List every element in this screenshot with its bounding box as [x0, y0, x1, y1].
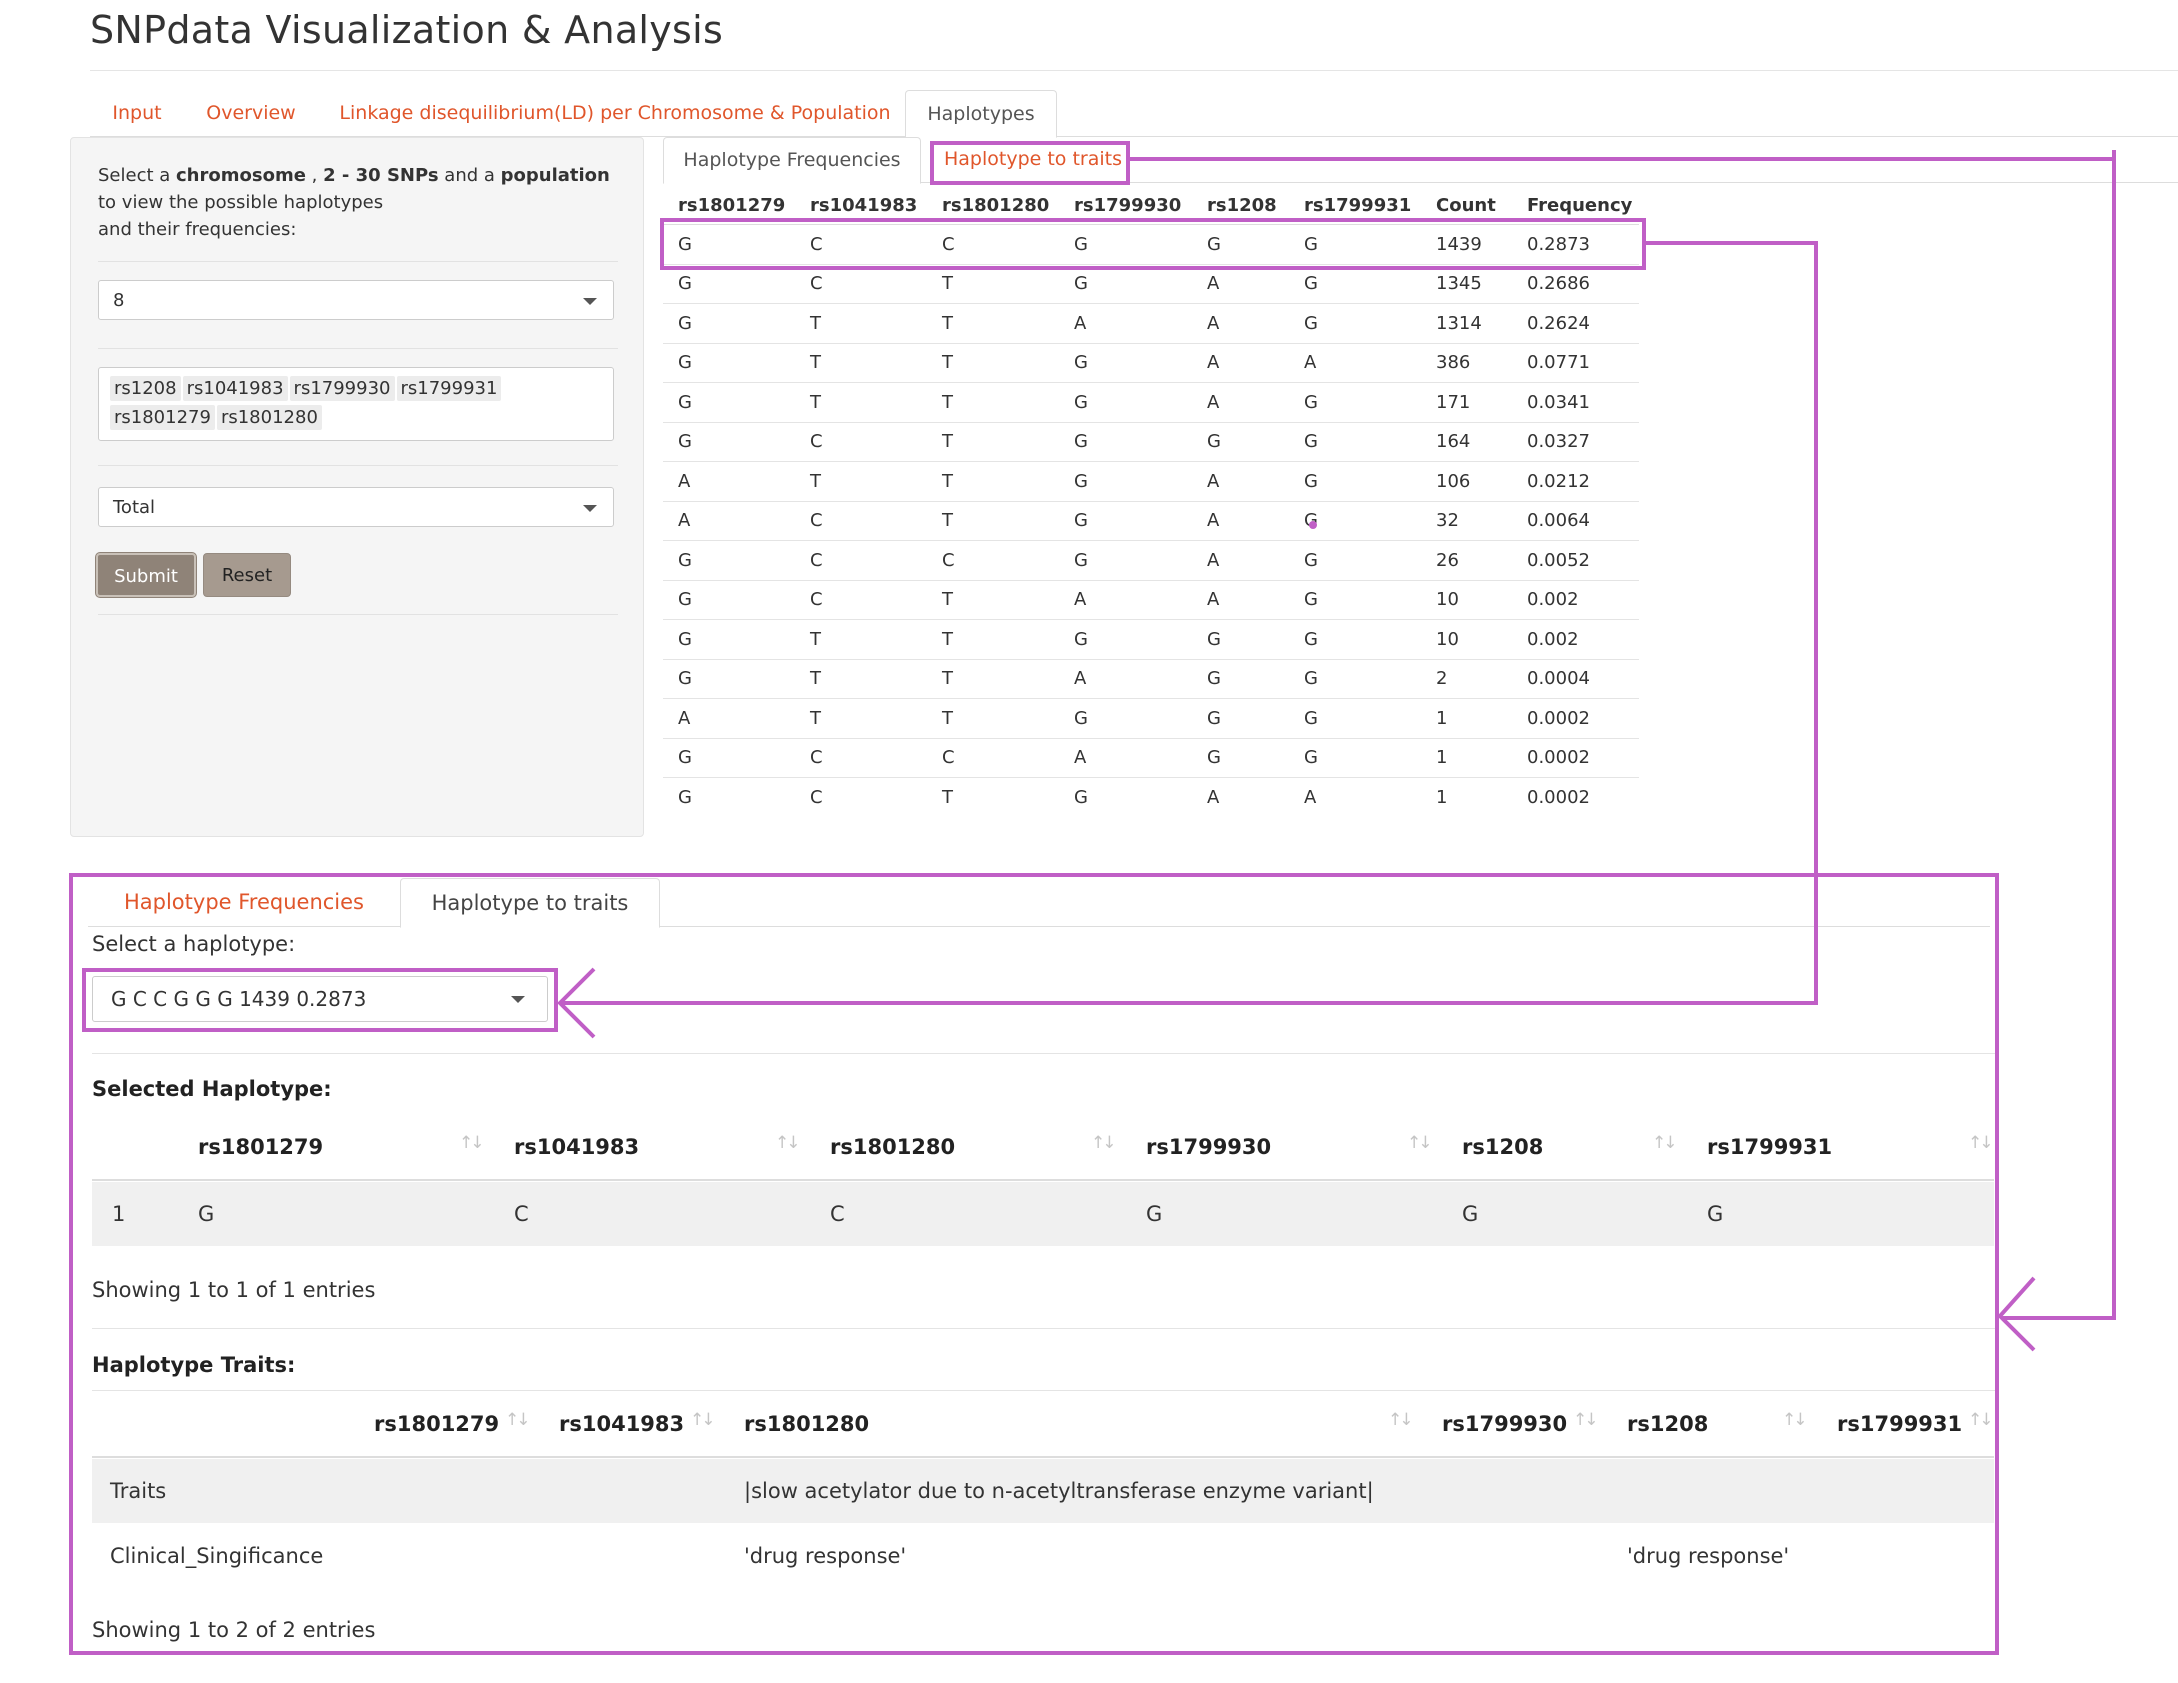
arrow-left-icon: [557, 967, 596, 1039]
arrow-left-icon: [1997, 1276, 2036, 1352]
cursor-dot: [1309, 521, 1317, 529]
annotation-arrows: [557, 521, 2036, 1352]
